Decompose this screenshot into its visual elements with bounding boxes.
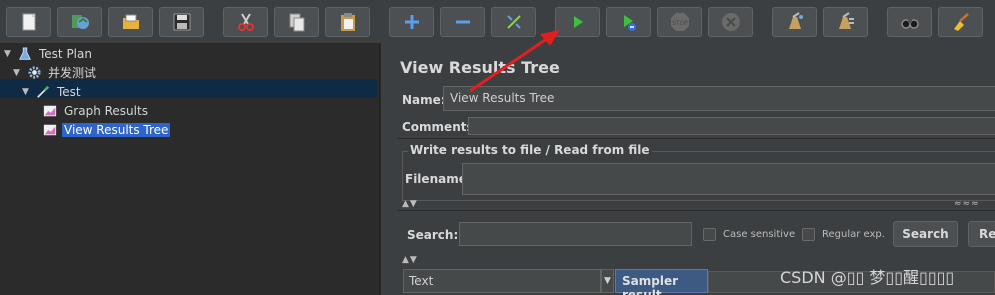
collapse-button[interactable] xyxy=(440,7,485,37)
clear-button[interactable] xyxy=(772,7,817,37)
templates-button[interactable] xyxy=(57,7,102,37)
clear-all-icon xyxy=(838,12,854,29)
start-icon xyxy=(573,16,583,28)
reset-button[interactable]: Re xyxy=(968,221,995,247)
name-field[interactable]: View Results Tree xyxy=(443,86,995,111)
regular-exp-checkbox[interactable] xyxy=(802,228,815,241)
search-input[interactable] xyxy=(459,222,692,246)
search-button[interactable] xyxy=(887,7,932,37)
clear-icon xyxy=(788,12,803,29)
open-button[interactable] xyxy=(108,7,153,37)
filename-field[interactable] xyxy=(462,163,995,195)
expand-button[interactable] xyxy=(389,7,434,37)
start-no-pauses-icon xyxy=(623,15,636,31)
save-button[interactable] xyxy=(159,7,204,37)
drag-handle[interactable]: ≈≈≈ xyxy=(954,199,980,209)
graph-icon xyxy=(42,122,58,138)
case-sensitive-checkbox[interactable] xyxy=(703,228,716,241)
search-submit-button[interactable]: Search xyxy=(893,221,958,247)
toolbar: STOP xyxy=(0,0,995,43)
renderer-select[interactable]: Text xyxy=(403,269,601,293)
new-button[interactable] xyxy=(6,7,51,37)
graph-icon xyxy=(42,103,58,119)
tree-item-thread-group[interactable]: ▼ 并发测试 xyxy=(13,63,98,82)
reset-search-icon xyxy=(953,13,969,31)
search-icon xyxy=(900,19,919,29)
tree-item-view-results-tree[interactable]: View Results Tree xyxy=(42,120,171,139)
start-no-pauses-button[interactable] xyxy=(606,7,651,37)
divider xyxy=(397,138,995,139)
divider xyxy=(397,210,995,211)
copy-button[interactable] xyxy=(274,7,319,37)
new-icon xyxy=(22,13,35,31)
page-title: View Results Tree xyxy=(400,58,560,77)
name-label: Name: xyxy=(402,93,446,107)
copy-icon xyxy=(289,13,304,32)
tab-sampler-result[interactable]: Sampler result xyxy=(615,269,708,295)
expand-icon xyxy=(404,15,419,29)
regular-exp-label: Regular exp. xyxy=(822,229,885,240)
stop-button[interactable]: STOP xyxy=(657,7,702,37)
toggle-button[interactable] xyxy=(491,7,536,37)
search-label: Search: xyxy=(407,228,459,242)
shutdown-icon xyxy=(721,13,740,31)
tree-item-test-plan[interactable]: ▼ Test Plan xyxy=(4,44,94,63)
case-sensitive-label: Case sensitive xyxy=(723,229,796,240)
tree-item-label: Test Plan xyxy=(39,46,92,61)
gear-icon xyxy=(26,65,42,81)
tree-item-test[interactable]: ▼ Test xyxy=(22,82,83,101)
collapse-icon xyxy=(455,20,470,24)
open-icon xyxy=(122,14,139,29)
stop-icon: STOP xyxy=(670,13,689,31)
comments-label: Comments: xyxy=(402,120,479,134)
chevron-down-icon[interactable]: ▼ xyxy=(22,87,32,97)
templates-icon xyxy=(71,15,89,29)
start-button[interactable] xyxy=(555,7,600,37)
shutdown-button[interactable] xyxy=(708,7,753,37)
collapse-arrows[interactable]: ▲▼ xyxy=(402,255,418,265)
clear-all-button[interactable] xyxy=(823,7,868,37)
cut-button[interactable] xyxy=(223,7,268,37)
pipette-icon xyxy=(35,84,51,100)
filename-label: Filename xyxy=(405,172,467,186)
tree-item-graph-results[interactable]: Graph Results xyxy=(42,101,150,120)
paste-icon xyxy=(340,13,355,31)
svg-text:STOP: STOP xyxy=(672,20,688,27)
comments-field[interactable] xyxy=(468,117,995,135)
watermark: CSDN @▯▯ 梦▯▯醒▯▯▯▯ xyxy=(780,268,955,287)
write-results-group-title: Write results to file / Read from file xyxy=(408,143,652,157)
tree-item-label: 并发测试 xyxy=(48,66,97,80)
save-icon xyxy=(173,13,190,31)
paste-button[interactable] xyxy=(325,7,370,37)
tree-item-label: Test xyxy=(57,84,81,99)
chevron-down-icon[interactable]: ▼ xyxy=(13,68,23,78)
pane-splitter[interactable] xyxy=(380,43,392,295)
tree-item-label: View Results Tree xyxy=(62,122,171,137)
chevron-down-icon[interactable]: ▼ xyxy=(601,269,614,293)
toggle-icon xyxy=(506,15,521,29)
flask-icon xyxy=(17,46,33,62)
collapse-arrows[interactable]: ▲▼ xyxy=(402,199,418,209)
reset-search-button[interactable] xyxy=(938,7,983,37)
view-results-tree-panel: View Results Tree Name: View Results Tre… xyxy=(392,43,995,295)
chevron-down-icon[interactable]: ▼ xyxy=(4,49,14,59)
tree-item-label: Graph Results xyxy=(64,103,148,118)
cut-icon xyxy=(237,13,254,31)
